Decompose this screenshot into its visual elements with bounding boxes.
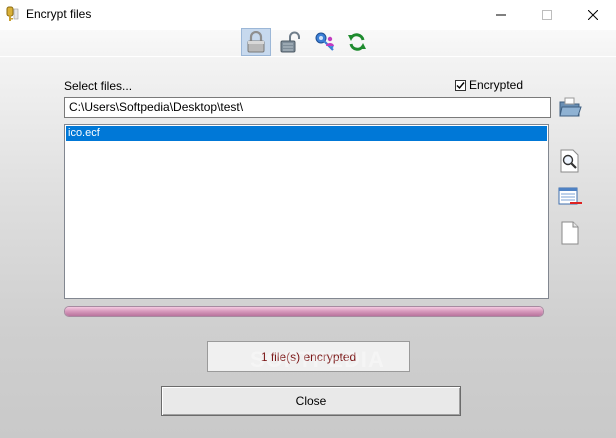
browse-folder-button[interactable] bbox=[557, 94, 583, 120]
progress-fill bbox=[65, 307, 543, 316]
key-user-icon bbox=[315, 32, 334, 51]
toolbar-divider bbox=[0, 56, 616, 57]
minimize-button[interactable] bbox=[478, 0, 524, 30]
status-text: 1 file(s) encrypted bbox=[260, 349, 357, 364]
checkmark-icon bbox=[456, 81, 465, 89]
progress-bar bbox=[64, 306, 544, 317]
list-remove-icon bbox=[558, 187, 582, 205]
title-bar: Encrypt files bbox=[0, 0, 616, 30]
select-files-label: Select files... bbox=[64, 79, 133, 93]
toolbar-encrypt-button[interactable] bbox=[241, 28, 271, 56]
status-box: 1 file(s) encrypted bbox=[207, 341, 410, 372]
minimize-icon bbox=[496, 14, 506, 16]
maximize-icon bbox=[542, 10, 552, 20]
list-item[interactable]: ico.ecf bbox=[66, 126, 547, 141]
file-properties-button[interactable] bbox=[557, 184, 583, 210]
magnifier-icon bbox=[560, 149, 579, 173]
encrypted-checkbox-group[interactable]: Encrypted bbox=[455, 78, 523, 92]
folder-open-icon bbox=[559, 97, 582, 117]
encrypted-checkbox[interactable] bbox=[455, 79, 466, 91]
maximize-button[interactable] bbox=[524, 0, 570, 30]
window-title: Encrypt files bbox=[26, 7, 92, 21]
lock-open-icon bbox=[280, 31, 300, 53]
close-button[interactable]: Close bbox=[161, 386, 461, 416]
new-file-button[interactable] bbox=[557, 220, 583, 246]
lock-closed-icon bbox=[247, 31, 265, 53]
key-app-icon bbox=[5, 6, 19, 22]
window-close-button[interactable] bbox=[570, 0, 616, 30]
refresh-icon bbox=[348, 33, 366, 51]
toolbar-decrypt-button[interactable] bbox=[275, 28, 305, 56]
blank-document-icon bbox=[561, 221, 579, 245]
close-icon bbox=[588, 10, 598, 20]
view-file-button[interactable] bbox=[557, 148, 583, 174]
path-input[interactable]: C:\Users\Softpedia\Desktop\test\ bbox=[64, 97, 551, 118]
file-list[interactable]: ico.ecf bbox=[64, 124, 549, 299]
toolbar-key-user-button[interactable] bbox=[310, 28, 340, 56]
encrypted-label: Encrypted bbox=[469, 78, 524, 92]
toolbar-refresh-button[interactable] bbox=[342, 28, 372, 56]
